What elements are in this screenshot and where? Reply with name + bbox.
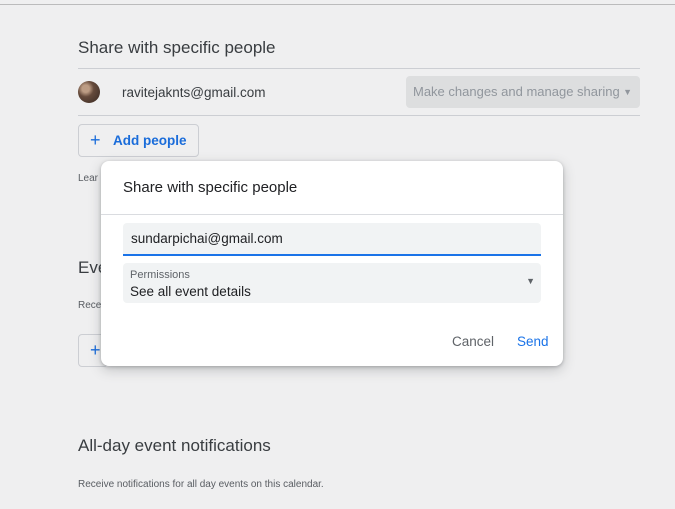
dialog-divider — [101, 214, 563, 215]
email-input[interactable] — [123, 223, 541, 254]
permissions-value: See all event details — [130, 284, 251, 299]
caret-down-icon: ▼ — [526, 276, 535, 286]
dialog-title: Share with specific people — [123, 179, 298, 196]
send-button[interactable]: Send — [517, 334, 549, 349]
permissions-label: Permissions — [130, 269, 190, 281]
permissions-select[interactable]: Permissions See all event details ▼ — [123, 263, 541, 303]
email-field[interactable] — [123, 223, 541, 256]
share-dialog: Share with specific people Permissions S… — [101, 161, 563, 366]
cancel-button[interactable]: Cancel — [452, 334, 494, 349]
